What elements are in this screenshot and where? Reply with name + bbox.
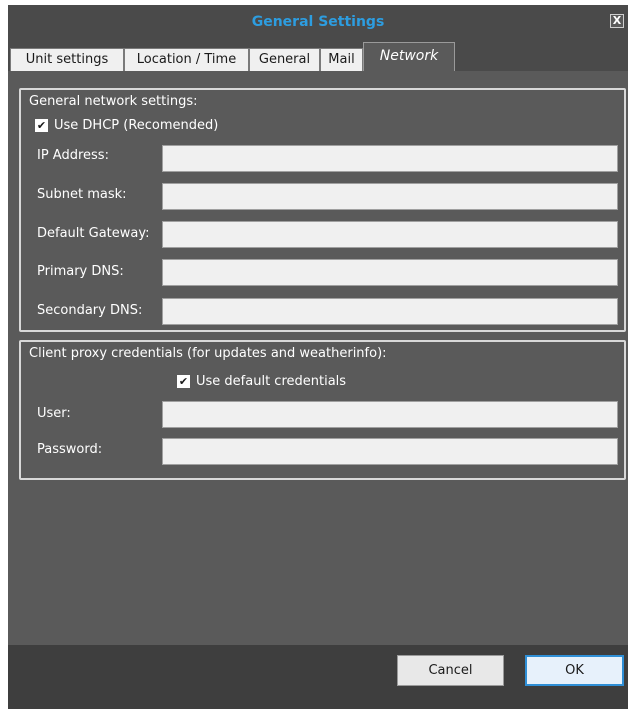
- tab-unit-settings[interactable]: Unit settings: [10, 48, 124, 71]
- button-bar: Cancel OK: [8, 645, 628, 709]
- general-network-group: General network settings: ✔ Use DHCP (Re…: [19, 88, 626, 332]
- password-label: Password:: [37, 442, 103, 457]
- cancel-button[interactable]: Cancel: [397, 655, 504, 686]
- close-icon[interactable]: X: [610, 14, 624, 28]
- ok-button[interactable]: OK: [525, 655, 624, 686]
- tab-network[interactable]: Network: [363, 42, 455, 71]
- password-input[interactable]: [162, 438, 618, 465]
- tab-general[interactable]: General: [249, 48, 320, 71]
- secondary-dns-input[interactable]: [162, 298, 618, 325]
- subnet-mask-input[interactable]: [162, 183, 618, 210]
- subnet-mask-label: Subnet mask:: [37, 187, 127, 202]
- checkmark-icon[interactable]: ✔: [177, 375, 190, 388]
- settings-dialog: General Settings X Unit settings Locatio…: [8, 5, 628, 709]
- user-input[interactable]: [162, 401, 618, 428]
- dialog-title: General Settings: [251, 14, 385, 30]
- secondary-dns-label: Secondary DNS:: [37, 303, 143, 318]
- primary-dns-label: Primary DNS:: [37, 264, 124, 279]
- general-network-title: General network settings:: [29, 94, 198, 109]
- user-label: User:: [37, 406, 71, 421]
- checkmark-icon[interactable]: ✔: [35, 119, 48, 132]
- proxy-credentials-group: Client proxy credentials (for updates an…: [19, 340, 626, 480]
- ip-address-input[interactable]: [162, 145, 618, 172]
- default-credentials-checkbox-row[interactable]: ✔ Use default credentials: [177, 374, 346, 389]
- tab-mail[interactable]: Mail: [320, 48, 363, 71]
- ip-address-label: IP Address:: [37, 148, 109, 163]
- default-gateway-input[interactable]: [162, 221, 618, 248]
- tab-bar: Unit settings Location / Time General Ma…: [8, 40, 628, 71]
- tab-location-time[interactable]: Location / Time: [124, 48, 249, 71]
- tab-content-network: General network settings: ✔ Use DHCP (Re…: [8, 71, 628, 645]
- default-gateway-label: Default Gateway:: [37, 226, 150, 241]
- dhcp-label: Use DHCP (Recomended): [54, 118, 219, 133]
- proxy-credentials-title: Client proxy credentials (for updates an…: [29, 346, 387, 361]
- primary-dns-input[interactable]: [162, 259, 618, 286]
- title-bar: General Settings X: [8, 5, 628, 40]
- dhcp-checkbox-row[interactable]: ✔ Use DHCP (Recomended): [35, 118, 218, 133]
- default-credentials-label: Use default credentials: [196, 374, 347, 389]
